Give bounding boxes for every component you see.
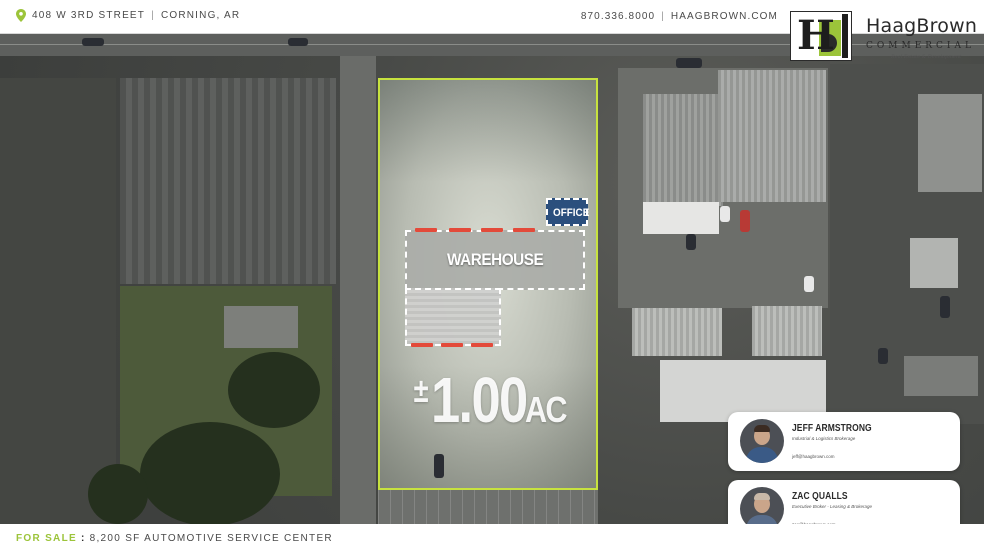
contact-divider: |: [661, 11, 665, 22]
listing-description: 8,200 SF AUTOMOTIVE SERVICE CENTER: [89, 533, 333, 544]
neighbor-house: [224, 306, 298, 348]
parked-car: [804, 276, 814, 292]
bay-door-marker: [481, 228, 503, 232]
parked-car: [686, 234, 696, 250]
phone-number[interactable]: 870.336.8000: [581, 11, 655, 22]
parked-car: [940, 296, 950, 318]
acreage-label: ± 1.00 AC: [412, 364, 573, 436]
acreage-value: 1.00: [430, 364, 528, 436]
footer-bar: FOR SALE:8,200 SF AUTOMOTIVE SERVICE CEN…: [0, 524, 984, 553]
neighbor-roof-east: [718, 70, 826, 202]
neighbor-roof-far-east: [910, 238, 958, 288]
agent-title: Executive Broker - Leasing & Brokerage: [792, 504, 873, 509]
parked-car: [740, 210, 750, 232]
tree: [88, 464, 148, 524]
acreage-unit: AC: [525, 389, 567, 430]
neighbor-roof-far-east: [918, 94, 982, 192]
neighbor-roof-far-east: [904, 356, 978, 396]
agent-email[interactable]: jeff@haagbrown.com: [792, 454, 835, 459]
tree: [228, 352, 320, 428]
contact-info: 870.336.8000 | HAAGBROWN.COM: [581, 11, 778, 22]
warehouse-label: WAREHOUSE: [447, 250, 544, 269]
logo-tagline: Real Estate & Development: [891, 54, 962, 60]
agent-title: Industrial & Logistics Brokerage: [792, 436, 856, 441]
side-street: [340, 56, 376, 524]
listing-status: FOR SALE: [16, 533, 77, 544]
parked-car: [720, 206, 730, 222]
parked-car: [434, 454, 444, 478]
bay-door-marker: [513, 228, 535, 232]
parked-car: [82, 38, 104, 46]
bay-door-marker: [415, 228, 437, 232]
listing-summary: FOR SALE:8,200 SF AUTOMOTIVE SERVICE CEN…: [16, 533, 333, 544]
bay-door-marker: [441, 343, 463, 347]
bay-door-marker: [411, 343, 433, 347]
neighbor-lots-west: [0, 78, 116, 524]
location-pin-icon: [16, 9, 26, 22]
parking-lot-south: [378, 490, 598, 524]
agent-name: ZAC QUALLS: [792, 491, 848, 502]
office-building: OFFICE: [546, 198, 590, 226]
logo-name: HaagBrown: [866, 15, 978, 37]
office-label: OFFICE: [553, 207, 590, 219]
agent-name: JEFF ARMSTRONG: [792, 423, 872, 434]
neighbor-roof-west: [120, 78, 336, 284]
listing-separator: :: [80, 533, 86, 544]
city-state: CORNING, AR: [160, 10, 241, 21]
street-address: 408 W 3RD STREET: [32, 10, 146, 21]
tree: [140, 422, 280, 524]
warehouse-roof-south: [405, 288, 501, 346]
parked-car: [878, 348, 888, 364]
warehouse-building: WAREHOUSE: [405, 228, 587, 348]
neighbor-roof-east: [752, 306, 822, 356]
neighbor-roof-east: [643, 94, 723, 206]
parked-car: [676, 58, 702, 68]
logo-mark: H: [790, 11, 852, 61]
logo-division: COMMERCIAL: [866, 41, 975, 51]
bay-door-marker: [471, 343, 493, 347]
property-address: 408 W 3RD STREET | CORNING, AR: [16, 9, 240, 22]
neighbor-roof-east: [632, 308, 722, 356]
website-link[interactable]: HAAGBROWN.COM: [671, 11, 778, 22]
agent-avatar: [740, 419, 784, 463]
address-divider: |: [151, 10, 155, 21]
neighbor-roof-east: [643, 202, 719, 234]
bay-door-marker: [449, 228, 471, 232]
parked-car: [288, 38, 308, 46]
acreage-prefix: ±: [413, 372, 429, 410]
agent-card[interactable]: JEFF ARMSTRONG Industrial & Logistics Br…: [728, 412, 960, 471]
haagbrown-logo[interactable]: H HaagBrown COMMERCIAL Real Estate & Dev…: [790, 11, 980, 63]
